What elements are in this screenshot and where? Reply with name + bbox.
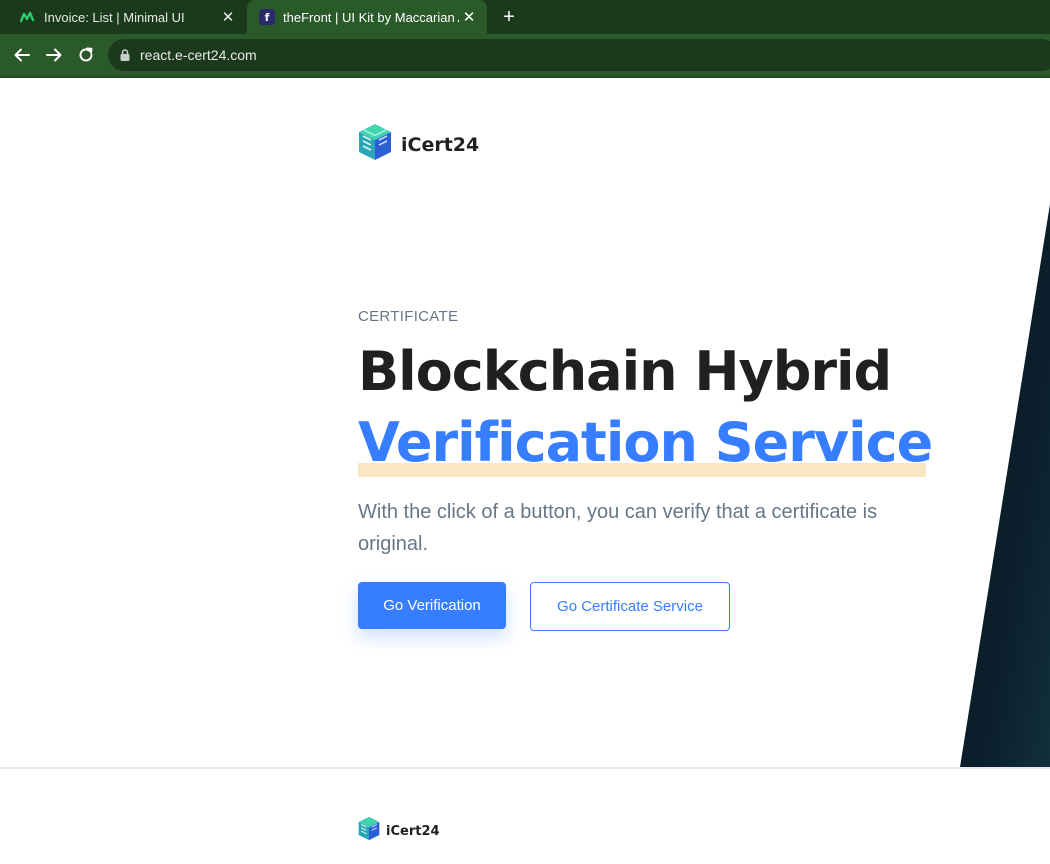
tab-invoice-list[interactable]: Invoice: List | Minimal UI ✕	[8, 0, 246, 34]
brand-name: iCert24	[401, 133, 480, 156]
hero-title-accent-text: Verification Service	[358, 411, 933, 474]
header-brand[interactable]: iCert24	[358, 123, 479, 166]
tab-title: Invoice: List | Minimal UI	[44, 9, 185, 25]
new-tab-button[interactable]: +	[498, 6, 520, 28]
footer-brand[interactable]: iCert24	[358, 816, 440, 846]
browser-toolbar: react.e-cert24.com	[0, 34, 1050, 76]
forward-arrow-icon[interactable]	[42, 43, 66, 67]
hero-title-accent: Verification Service	[358, 408, 933, 478]
minimal-logo-icon	[20, 9, 36, 25]
browser-tabstrip: Invoice: List | Minimal UI ✕ f theFront …	[0, 0, 1050, 34]
hero-eyebrow: CERTIFICATE	[358, 308, 459, 325]
address-bar[interactable]: react.e-cert24.com	[108, 39, 1050, 71]
back-arrow-icon[interactable]	[10, 43, 34, 67]
reload-icon[interactable]	[74, 43, 98, 67]
tab-thefront[interactable]: f theFront | UI Kit by Maccarian Agency …	[247, 0, 487, 34]
cube-logo-icon	[358, 816, 380, 846]
cube-logo-icon	[358, 123, 392, 166]
hero-lead: With the click of a button, you can veri…	[358, 501, 878, 555]
footer-brand-name: iCert24	[386, 823, 440, 839]
hero-image	[960, 204, 1050, 767]
close-tab-icon[interactable]: ✕	[459, 7, 479, 27]
go-certificate-service-button[interactable]: Go Certificate Service	[530, 582, 730, 631]
footer-divider	[0, 767, 1050, 769]
url-text: react.e-cert24.com	[140, 47, 257, 63]
go-verification-button[interactable]: Go Verification	[358, 582, 506, 629]
hero-title: Blockchain Hybrid	[358, 340, 892, 403]
f-logo-icon: f	[259, 9, 275, 25]
tab-title: theFront | UI Kit by Maccarian Agency	[283, 9, 459, 25]
lock-icon	[120, 49, 130, 61]
close-tab-icon[interactable]: ✕	[218, 7, 238, 27]
page: iCert24 CERTIFICATE Blockchain Hybrid Ve…	[0, 78, 1050, 864]
